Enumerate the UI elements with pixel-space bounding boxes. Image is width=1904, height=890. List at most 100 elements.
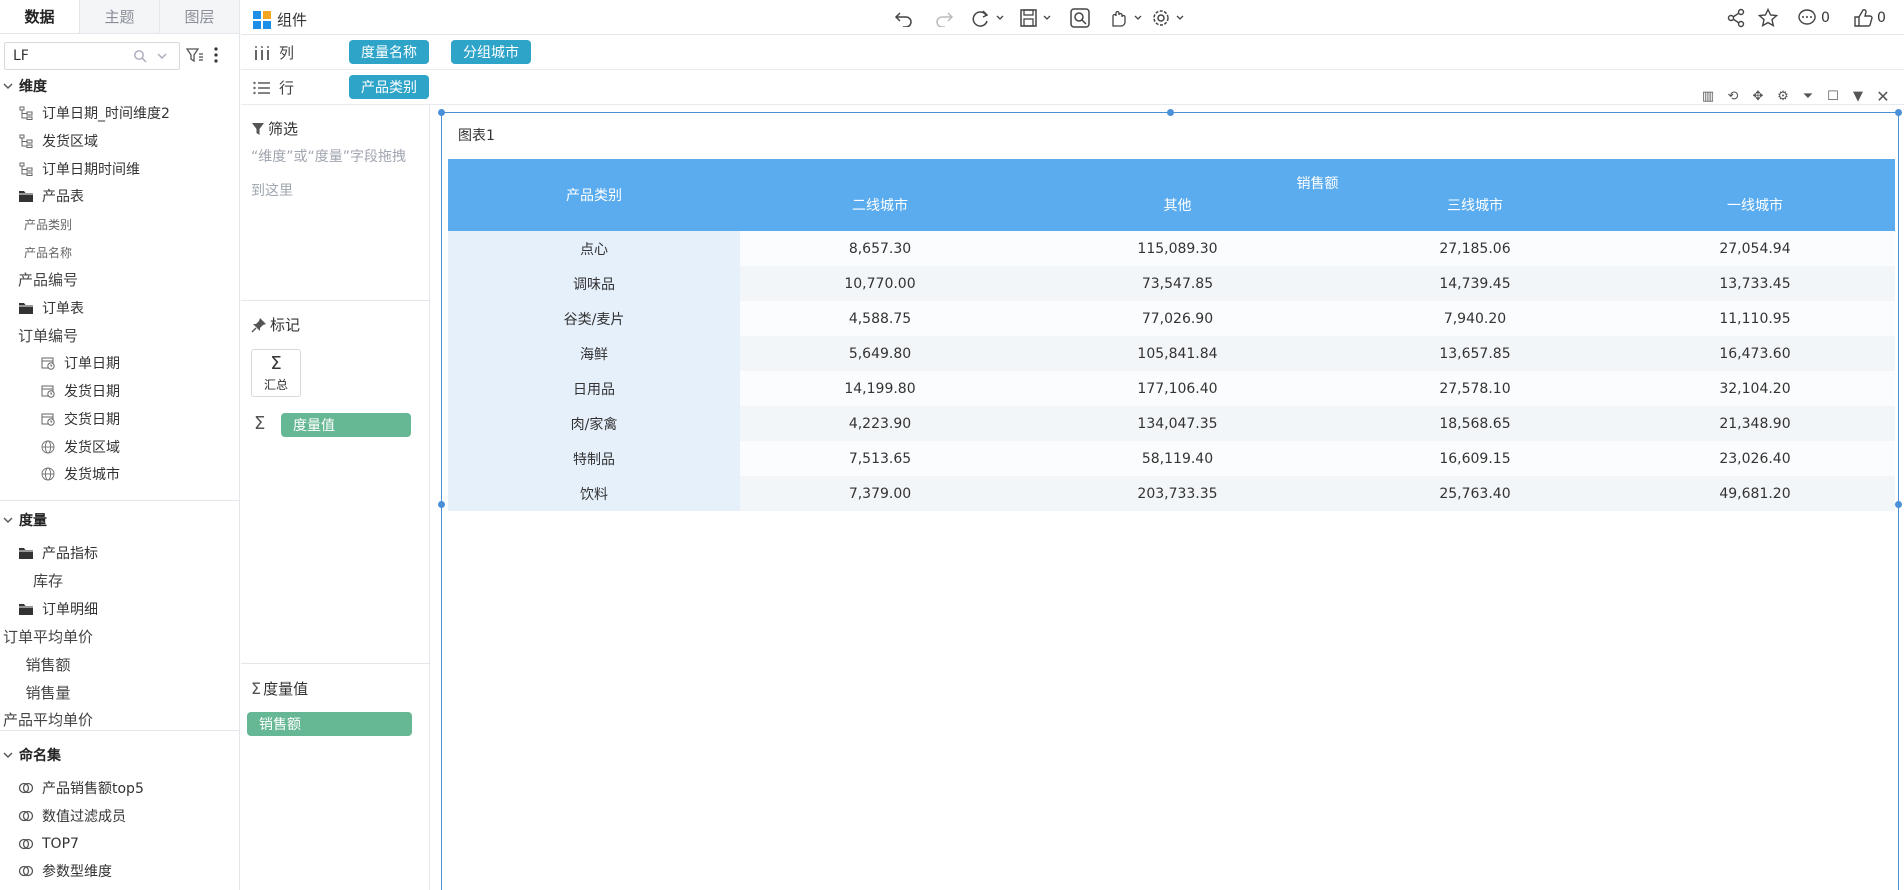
table-cell[interactable]: 203,733.35 bbox=[1020, 476, 1335, 511]
table-cell[interactable]: 18,568.65 bbox=[1334, 406, 1615, 441]
row-header-value[interactable]: 点心 bbox=[448, 231, 740, 266]
like-button[interactable]: 0 bbox=[1853, 8, 1886, 28]
resize-handle[interactable] bbox=[438, 109, 445, 116]
comment-button[interactable]: 0 bbox=[1797, 8, 1830, 28]
save-icon[interactable] bbox=[1019, 7, 1055, 29]
table-cell[interactable]: 23,026.40 bbox=[1614, 441, 1895, 476]
chart-component[interactable]: 图表1 产品类别 销售额 二线城市 其他 三线城市 一线城市 点心 8,657.30 11… bbox=[438, 109, 1902, 890]
row-header-value[interactable]: 特制品 bbox=[448, 441, 740, 476]
tree-field[interactable]: 产品平均单价 bbox=[3, 707, 93, 733]
tree-field[interactable]: 产品名称 bbox=[24, 239, 72, 265]
preview-icon[interactable] bbox=[1069, 7, 1091, 29]
measure-values-pill[interactable]: 度量值 bbox=[281, 413, 411, 437]
tree-field[interactable]: 发货日期 bbox=[40, 378, 120, 404]
chart-type-icon[interactable]: ▥ bbox=[1699, 87, 1717, 105]
table-cell[interactable]: 7,513.65 bbox=[740, 441, 1020, 476]
dropdown-icon[interactable]: ▼ bbox=[1849, 87, 1867, 105]
table-cell[interactable]: 105,841.84 bbox=[1020, 336, 1335, 371]
tree-folder[interactable]: 产品指标 bbox=[18, 540, 98, 566]
table-cell[interactable]: 4,588.75 bbox=[740, 301, 1020, 336]
table-cell[interactable]: 5,649.80 bbox=[740, 336, 1020, 371]
tree-folder[interactable]: 产品表 bbox=[18, 183, 84, 209]
row-header-value[interactable]: 调味品 bbox=[448, 266, 740, 301]
row-header-value[interactable]: 谷类/麦片 bbox=[448, 301, 740, 336]
tree-field[interactable]: 产品编号 bbox=[18, 267, 78, 293]
filter-icon[interactable]: ⏷ bbox=[1799, 87, 1817, 105]
table-cell[interactable]: 27,185.06 bbox=[1334, 231, 1615, 266]
section-header-named-sets[interactable]: 命名集 bbox=[2, 742, 61, 768]
table-cell[interactable]: 177,106.40 bbox=[1020, 371, 1335, 406]
column-header-cell[interactable]: 其他 bbox=[1020, 195, 1335, 231]
table-cell[interactable]: 13,657.85 bbox=[1334, 336, 1615, 371]
summary-mark-button[interactable]: Σ 汇总 bbox=[251, 349, 301, 397]
tree-folder[interactable]: 订单表 bbox=[18, 295, 84, 321]
table-cell[interactable]: 10,770.00 bbox=[740, 266, 1020, 301]
tree-field[interactable]: 发货区域 bbox=[40, 434, 120, 460]
row-header-value[interactable]: 肉/家禽 bbox=[448, 406, 740, 441]
tree-field[interactable]: 销售量 bbox=[26, 679, 71, 705]
table-cell[interactable]: 32,104.20 bbox=[1614, 371, 1895, 406]
rows-pill-product-category[interactable]: 产品类别 bbox=[349, 75, 429, 99]
table-cell[interactable]: 115,089.30 bbox=[1020, 231, 1335, 266]
column-header-cell[interactable]: 二线城市 bbox=[740, 195, 1020, 231]
columns-pill-group-city[interactable]: 分组城市 bbox=[451, 40, 531, 64]
tree-field[interactable]: 发货城市 bbox=[40, 461, 120, 487]
row-header-value[interactable]: 海鲜 bbox=[448, 336, 740, 371]
column-header-cell[interactable]: 三线城市 bbox=[1334, 195, 1615, 231]
table-cell[interactable]: 16,609.15 bbox=[1334, 441, 1615, 476]
row-header-value[interactable]: 饮料 bbox=[448, 476, 740, 511]
column-group-header[interactable]: 销售额 bbox=[740, 159, 1895, 195]
table-cell[interactable]: 4,223.90 bbox=[740, 406, 1020, 441]
table-cell[interactable]: 21,348.90 bbox=[1614, 406, 1895, 441]
tree-field[interactable]: 发货区域 bbox=[18, 128, 98, 154]
search-icon[interactable] bbox=[133, 49, 147, 63]
table-cell[interactable]: 134,047.35 bbox=[1020, 406, 1335, 441]
tab-layers[interactable]: 图层 bbox=[160, 0, 239, 33]
table-cell[interactable]: 16,473.60 bbox=[1614, 336, 1895, 371]
tree-field[interactable]: 产品类别 bbox=[24, 211, 72, 237]
table-cell[interactable]: 11,110.95 bbox=[1614, 301, 1895, 336]
tree-field[interactable]: 订单日期 bbox=[40, 350, 120, 376]
share-icon[interactable] bbox=[1725, 7, 1747, 29]
tree-field[interactable]: 数值过滤成员 bbox=[18, 803, 126, 829]
table-cell[interactable]: 7,379.00 bbox=[740, 476, 1020, 511]
tree-field[interactable]: 订单编号 bbox=[18, 322, 78, 348]
tree-field[interactable]: 库存 bbox=[33, 568, 64, 594]
tree-field[interactable]: 订单日期_时间维度2 bbox=[18, 100, 170, 126]
column-header-cell[interactable]: 一线城市 bbox=[1614, 195, 1895, 231]
settings-icon[interactable] bbox=[1151, 7, 1191, 29]
table-cell[interactable]: 13,733.45 bbox=[1614, 266, 1895, 301]
resize-handle[interactable] bbox=[438, 501, 445, 508]
tree-field[interactable]: TOP7 bbox=[18, 831, 79, 857]
refresh-icon[interactable] bbox=[971, 7, 1007, 29]
tree-field[interactable]: 订单平均单价 bbox=[3, 623, 93, 649]
interaction-icon[interactable] bbox=[1107, 7, 1147, 29]
table-cell[interactable]: 58,119.40 bbox=[1020, 441, 1335, 476]
undo-icon[interactable] bbox=[893, 7, 915, 29]
table-cell[interactable]: 49,681.20 bbox=[1614, 476, 1895, 511]
field-search-input[interactable]: LF bbox=[4, 42, 180, 70]
tab-theme[interactable]: 主题 bbox=[80, 0, 160, 33]
link-icon[interactable]: ⟲ bbox=[1724, 87, 1742, 105]
resize-handle[interactable] bbox=[1895, 109, 1902, 116]
gear-icon[interactable]: ⚙ bbox=[1774, 87, 1792, 105]
table-cell[interactable]: 7,940.20 bbox=[1334, 301, 1615, 336]
table-cell[interactable]: 73,547.85 bbox=[1020, 266, 1335, 301]
row-header-cell[interactable]: 产品类别 bbox=[448, 159, 740, 231]
row-header-value[interactable]: 日用品 bbox=[448, 371, 740, 406]
table-cell[interactable]: 27,578.10 bbox=[1334, 371, 1615, 406]
star-icon[interactable] bbox=[1757, 7, 1779, 29]
columns-pill-measure-names[interactable]: 度量名称 bbox=[349, 40, 429, 64]
section-header-dimensions[interactable]: 维度 bbox=[2, 73, 47, 99]
sales-measure-pill[interactable]: 销售额 bbox=[247, 712, 412, 736]
filter-list-icon[interactable] bbox=[186, 46, 204, 64]
table-cell[interactable]: 8,657.30 bbox=[740, 231, 1020, 266]
table-cell[interactable]: 25,763.40 bbox=[1334, 476, 1615, 511]
tree-folder[interactable]: 订单明细 bbox=[18, 596, 98, 622]
tab-data[interactable]: 数据 bbox=[0, 0, 80, 33]
tree-field[interactable]: 产品销售额top5 bbox=[18, 775, 144, 801]
maximize-icon[interactable]: ☐ bbox=[1824, 87, 1842, 105]
chevron-down-icon[interactable] bbox=[155, 49, 169, 63]
table-cell[interactable]: 77,026.90 bbox=[1020, 301, 1335, 336]
table-cell[interactable]: 14,199.80 bbox=[740, 371, 1020, 406]
